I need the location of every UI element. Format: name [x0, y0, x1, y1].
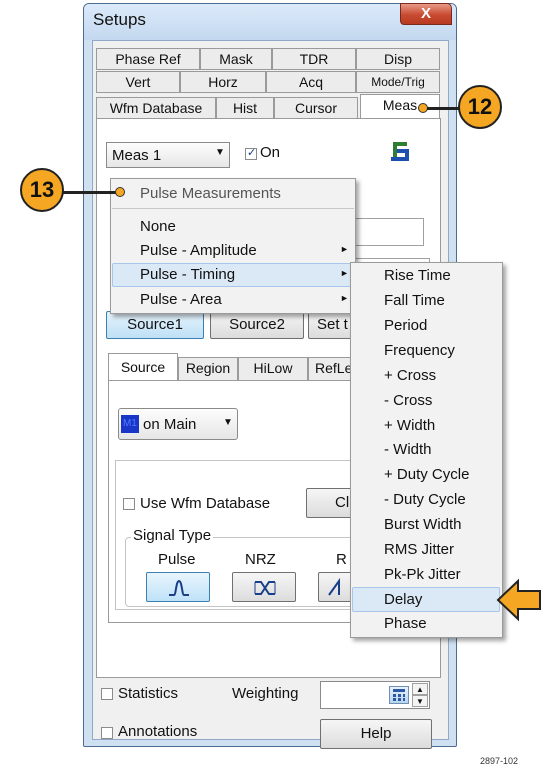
- callout-13-dot: [115, 187, 125, 197]
- callout-12-leader: [427, 107, 461, 110]
- tab-disp[interactable]: Disp: [356, 48, 440, 70]
- tab-vert[interactable]: Vert: [96, 71, 180, 93]
- pulse-button[interactable]: [146, 572, 210, 602]
- statistics-label: Statistics: [118, 685, 179, 702]
- source-select[interactable]: M1 on Main ▼: [118, 408, 238, 440]
- submenu-arrow-icon: ►: [340, 244, 349, 254]
- pointer-arrow-icon: [496, 578, 541, 622]
- source2-button[interactable]: Source2: [210, 311, 304, 339]
- callout-13-badge: 13: [20, 168, 64, 212]
- check-icon: ✓: [247, 147, 257, 159]
- annotations-checkbox[interactable]: [101, 727, 113, 739]
- tab-phase-ref[interactable]: Phase Ref: [96, 48, 200, 70]
- menu-divider: [112, 208, 354, 209]
- use-wfm-database-checkbox[interactable]: [123, 498, 135, 510]
- submenu-arrow-icon: ►: [340, 268, 349, 278]
- meas-select[interactable]: Meas 1 ▼: [106, 142, 230, 168]
- rz-label: R: [336, 551, 347, 568]
- chevron-down-icon: ▼: [223, 417, 233, 428]
- inner-tab-reflevels[interactable]: RefLe: [308, 357, 354, 381]
- close-button[interactable]: X: [400, 3, 452, 25]
- rz-icon: [328, 578, 340, 596]
- callout-12-badge: 12: [458, 85, 502, 129]
- submenu-item-pos-duty-cycle[interactable]: + Duty Cycle: [384, 466, 469, 483]
- pulse-label: Pulse: [158, 551, 196, 568]
- source-select-value: on Main: [143, 416, 197, 433]
- submenu-item-rms-jitter[interactable]: RMS Jitter: [384, 541, 454, 558]
- help-button[interactable]: Help: [320, 719, 432, 749]
- submenu-item-period[interactable]: Period: [384, 317, 427, 334]
- nrz-label: NRZ: [245, 551, 276, 568]
- tab-cursor[interactable]: Cursor: [274, 97, 358, 119]
- submenu-item-neg-width[interactable]: - Width: [384, 441, 432, 458]
- tab-horz[interactable]: Horz: [180, 71, 266, 93]
- signal-type-label: Signal Type: [131, 527, 214, 544]
- submenu-arrow-icon: ►: [340, 293, 349, 303]
- tab-hist[interactable]: Hist: [216, 97, 274, 119]
- figure-id: 2897-102: [480, 756, 519, 766]
- submenu-item-frequency[interactable]: Frequency: [384, 342, 455, 359]
- submenu-item-delay[interactable]: Delay: [384, 591, 422, 608]
- tab-tdr[interactable]: TDR: [272, 48, 356, 70]
- annotations-label: Annotations: [118, 723, 198, 740]
- weighting-input[interactable]: ▲ ▼: [320, 681, 430, 709]
- tab-mode-trig[interactable]: Mode/Trig: [356, 71, 440, 93]
- callout-13-leader: [63, 191, 119, 194]
- keypad-icon[interactable]: [389, 686, 409, 704]
- dialog-title: Setups: [93, 10, 146, 29]
- inner-tab-region[interactable]: Region: [178, 357, 238, 381]
- menu-item-pulse-amplitude[interactable]: Pulse - Amplitude: [140, 242, 257, 259]
- menu-item-pulse-area[interactable]: Pulse - Area: [140, 291, 222, 308]
- inner-tab-source[interactable]: Source: [108, 353, 178, 381]
- submenu-item-neg-cross[interactable]: - Cross: [384, 392, 432, 409]
- tab-wfm-database[interactable]: Wfm Database: [96, 97, 216, 119]
- clear-button[interactable]: Cl: [306, 488, 354, 518]
- on-label: On: [260, 144, 281, 161]
- submenu-item-burst-width[interactable]: Burst Width: [384, 516, 462, 533]
- menu-header: Pulse Measurements: [140, 185, 281, 202]
- menu-item-pulse-timing[interactable]: Pulse - Timing: [140, 266, 235, 283]
- set-button[interactable]: Set t: [308, 311, 354, 339]
- meas-setup-icon[interactable]: [388, 139, 412, 163]
- statistics-checkbox[interactable]: [101, 688, 113, 700]
- use-wfm-database-label: Use Wfm Database: [140, 495, 271, 512]
- submenu-item-fall-time[interactable]: Fall Time: [384, 292, 445, 309]
- submenu-item-pos-cross[interactable]: + Cross: [384, 367, 436, 384]
- submenu-item-pos-width[interactable]: + Width: [384, 417, 435, 434]
- weighting-label: Weighting: [232, 685, 299, 702]
- pulse-icon: [169, 579, 189, 596]
- source1-button[interactable]: Source1: [106, 311, 204, 339]
- on-checkbox[interactable]: ✓: [245, 147, 257, 160]
- tab-mask[interactable]: Mask: [200, 48, 272, 70]
- submenu-item-rise-time[interactable]: Rise Time: [384, 267, 451, 284]
- spin-down-icon[interactable]: ▼: [412, 695, 428, 707]
- submenu-item-neg-duty-cycle[interactable]: - Duty Cycle: [384, 491, 466, 508]
- nrz-icon: [254, 581, 276, 595]
- menu-item-none[interactable]: None: [140, 218, 176, 235]
- tab-acq[interactable]: Acq: [266, 71, 356, 93]
- meas-select-value: Meas 1: [112, 147, 162, 164]
- nrz-button[interactable]: [232, 572, 296, 602]
- rz-button[interactable]: [318, 572, 354, 602]
- submenu-item-phase[interactable]: Phase: [384, 615, 427, 632]
- submenu-item-pk-pk-jitter[interactable]: Pk-Pk Jitter: [384, 566, 461, 583]
- source-badge: M1: [121, 415, 139, 433]
- submenu-item-highlight: [352, 587, 500, 612]
- inner-tab-hilow[interactable]: HiLow: [238, 357, 308, 381]
- chevron-down-icon: ▼: [215, 147, 225, 158]
- spin-up-icon[interactable]: ▲: [412, 683, 428, 695]
